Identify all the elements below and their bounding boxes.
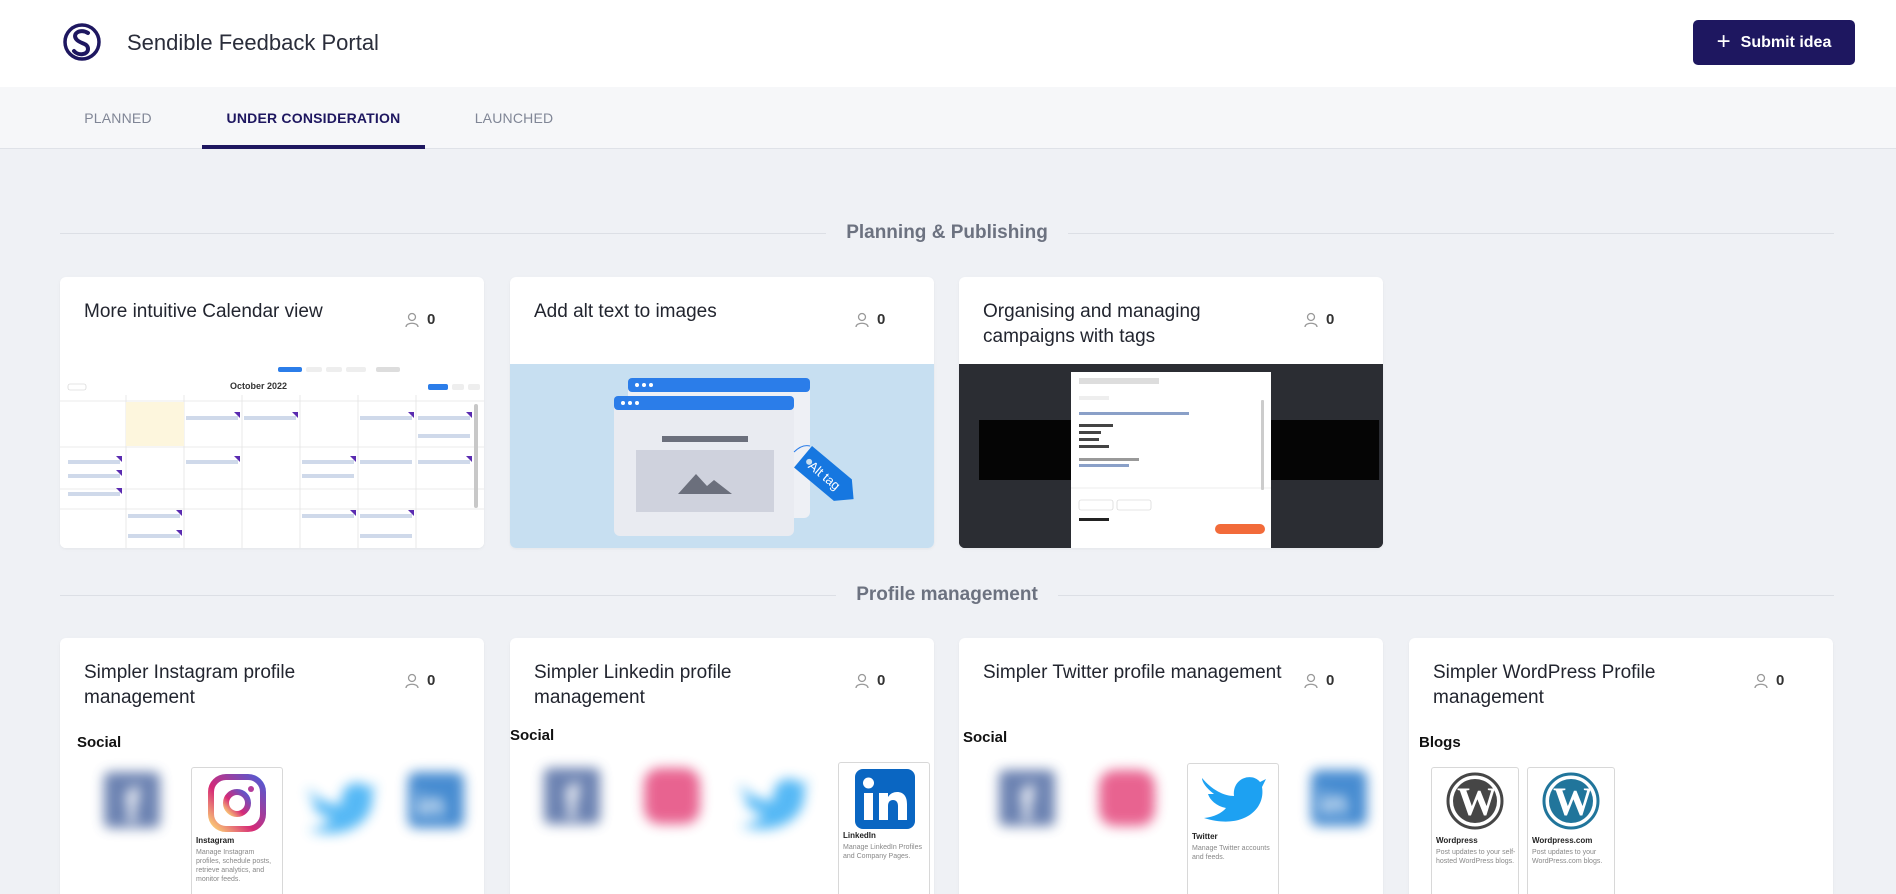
alt-text-illustration: Alt tag <box>510 364 934 548</box>
idea-card-title: Add alt text to images <box>534 301 717 322</box>
wordpress-icon: W <box>1446 772 1504 830</box>
svg-text:in: in <box>416 787 444 823</box>
linkedin-tile: LinkedIn Manage LinkedIn Profiles and Co… <box>838 762 930 894</box>
vote-count[interactable]: 0 <box>405 672 435 689</box>
vote-count[interactable]: 0 <box>855 311 885 328</box>
svg-text:W: W <box>1457 779 1497 824</box>
twitter-tile: Twitter Manage Twitter accounts and feed… <box>1187 763 1279 894</box>
instagram-icon <box>1099 770 1155 826</box>
calendar-screenshot: October 2022 <box>60 364 484 548</box>
wordpress-com-tile: W Wordpress.com Post updates to your Wor… <box>1527 767 1615 894</box>
vote-count[interactable]: 0 <box>1304 311 1334 328</box>
vote-count[interactable]: 0 <box>855 672 885 689</box>
linkedin-icon: in <box>408 772 464 828</box>
user-icon <box>855 312 869 327</box>
user-icon <box>855 673 869 688</box>
sendible-logo-icon[interactable] <box>62 22 102 62</box>
tab-planned[interactable]: PLANNED <box>60 87 176 149</box>
idea-card-calendar-view[interactable]: More intuitive Calendar view 0 October 2… <box>60 277 484 548</box>
app-title: Sendible Feedback Portal <box>127 30 379 55</box>
facebook-icon: f <box>104 772 160 833</box>
category-label: Blogs <box>1419 734 1461 751</box>
instagram-tile: Instagram Manage Instagram profiles, sch… <box>191 767 283 894</box>
instagram-icon <box>644 768 700 824</box>
wordpress-tile: W Wordpress Post updates to your self-ho… <box>1431 767 1519 894</box>
idea-card-instagram[interactable]: Simpler Instagram profile management 0 S… <box>60 638 484 894</box>
user-icon <box>405 673 419 688</box>
idea-card-wordpress[interactable]: Simpler WordPress Profile management 0 B… <box>1409 638 1833 894</box>
plus-icon: + <box>1716 27 1731 55</box>
user-icon <box>1304 312 1318 327</box>
calendar-month-label: October 2022 <box>230 381 288 391</box>
svg-text:f: f <box>564 776 581 829</box>
idea-card-twitter[interactable]: Simpler Twitter profile management 0 Soc… <box>959 638 1383 894</box>
section-title-planning: Planning & Publishing <box>60 222 1834 244</box>
idea-card-title: Organising and managing campaigns with t… <box>983 301 1201 347</box>
vote-count[interactable]: 0 <box>1754 672 1784 689</box>
tab-under-consideration[interactable]: UNDER CONSIDERATION <box>202 87 425 149</box>
svg-text:in: in <box>1319 785 1347 821</box>
twitter-icon <box>308 782 376 834</box>
twitter-icon <box>1202 777 1266 822</box>
user-icon <box>405 312 419 327</box>
campaign-tags-screenshot <box>959 364 1383 548</box>
submit-idea-label: Submit idea <box>1740 33 1832 51</box>
linkedin-icon <box>855 769 915 829</box>
user-icon <box>1304 673 1318 688</box>
svg-text:f: f <box>124 780 141 833</box>
idea-card-linkedin[interactable]: Simpler Linkedin profile management 0 So… <box>510 638 934 894</box>
svg-text:f: f <box>1019 778 1036 831</box>
idea-card-title: Simpler Twitter profile management <box>983 662 1282 683</box>
idea-card-title: More intuitive Calendar view <box>84 301 323 322</box>
idea-card-title: Simpler Instagram profile management <box>84 662 296 708</box>
twitter-icon <box>740 778 808 830</box>
wordpress-com-icon: W <box>1542 772 1600 830</box>
vote-count[interactable]: 0 <box>405 311 435 328</box>
category-label: Social <box>77 734 122 751</box>
idea-card-title: Simpler WordPress Profile management <box>1433 662 1656 708</box>
status-tabs: PLANNED UNDER CONSIDERATION LAUNCHED <box>0 87 1896 149</box>
idea-card-title: Simpler Linkedin profile management <box>534 662 732 708</box>
top-bar: Sendible Feedback Portal + Submit idea <box>0 0 1896 87</box>
section-title-profile-management: Profile management <box>60 584 1834 606</box>
svg-text:W: W <box>1553 779 1593 824</box>
submit-idea-button[interactable]: + Submit idea <box>1693 20 1855 65</box>
idea-card-alt-text[interactable]: Add alt text to images 0 Alt tag <box>510 277 934 548</box>
facebook-icon: f <box>544 768 600 829</box>
linkedin-icon: in <box>1311 770 1367 826</box>
user-icon <box>1754 673 1768 688</box>
facebook-icon: f <box>999 770 1055 831</box>
category-label: Social <box>963 729 1008 746</box>
category-label: Social <box>510 727 555 744</box>
idea-card-campaign-tags[interactable]: Organising and managing campaigns with t… <box>959 277 1383 548</box>
vote-count[interactable]: 0 <box>1304 672 1334 689</box>
tab-launched[interactable]: LAUNCHED <box>450 87 578 149</box>
instagram-icon <box>208 774 266 832</box>
